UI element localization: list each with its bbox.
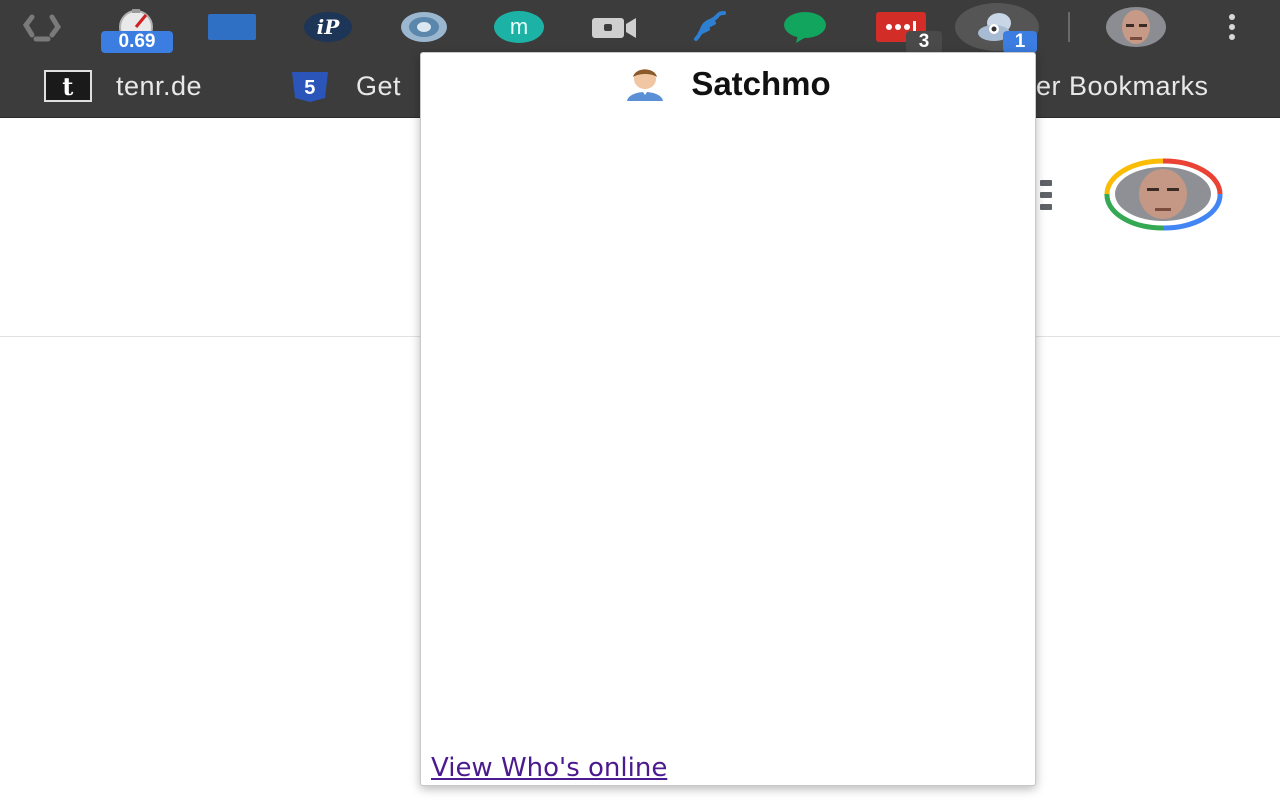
toolbar-divider [1068,12,1070,42]
speedometer-badge: 0.69 [101,31,173,53]
apps-grid-icon[interactable] [1040,180,1054,210]
kebab-menu-icon[interactable] [1218,10,1246,44]
lastpass-badge: 3 [906,31,942,53]
profile-avatar[interactable] [1106,7,1166,47]
blue-square-icon[interactable] [204,4,260,50]
bookmark-label: tenr.de [116,70,203,101]
swirl-icon[interactable] [396,4,452,50]
t-square-icon: t [44,70,92,102]
chat-bubble-icon[interactable] [777,4,833,50]
popup-header: Satchmo [421,59,1035,109]
svg-text:t: t [62,72,74,101]
user-avatar-icon [625,67,665,101]
bookmark-tenr[interactable]: t tenr.de [44,66,202,106]
video-icon[interactable] [586,4,642,50]
m-icon[interactable]: m [491,4,547,50]
m-label: m [494,11,544,43]
extensions-toolbar: 0.69 iP m 3 1 [0,0,1280,56]
other-bookmarks[interactable]: er Bookmarks [1036,66,1209,106]
bookmark-label: Get [356,70,402,101]
bookmark-get[interactable]: 5 Get [288,66,401,106]
satchmo-badge: 1 [1003,31,1037,53]
html5-icon: 5 [288,70,332,102]
recycle-icon[interactable] [14,4,70,50]
ip-icon[interactable]: iP [300,4,356,50]
browser-window: 0.69 iP m 3 1 t tenr.de 5 Get er Bookmar… [0,0,1280,800]
account-avatar[interactable] [1103,158,1224,231]
satchmo-popup: Satchmo View Who's online [420,52,1036,786]
view-whos-online-link[interactable]: View Who's online [431,753,667,783]
rope-icon[interactable] [682,4,738,50]
ip-label: iP [304,12,352,42]
svg-text:5: 5 [304,77,316,99]
popup-title: Satchmo [691,65,831,102]
other-bookmarks-label: er Bookmarks [1036,70,1209,101]
